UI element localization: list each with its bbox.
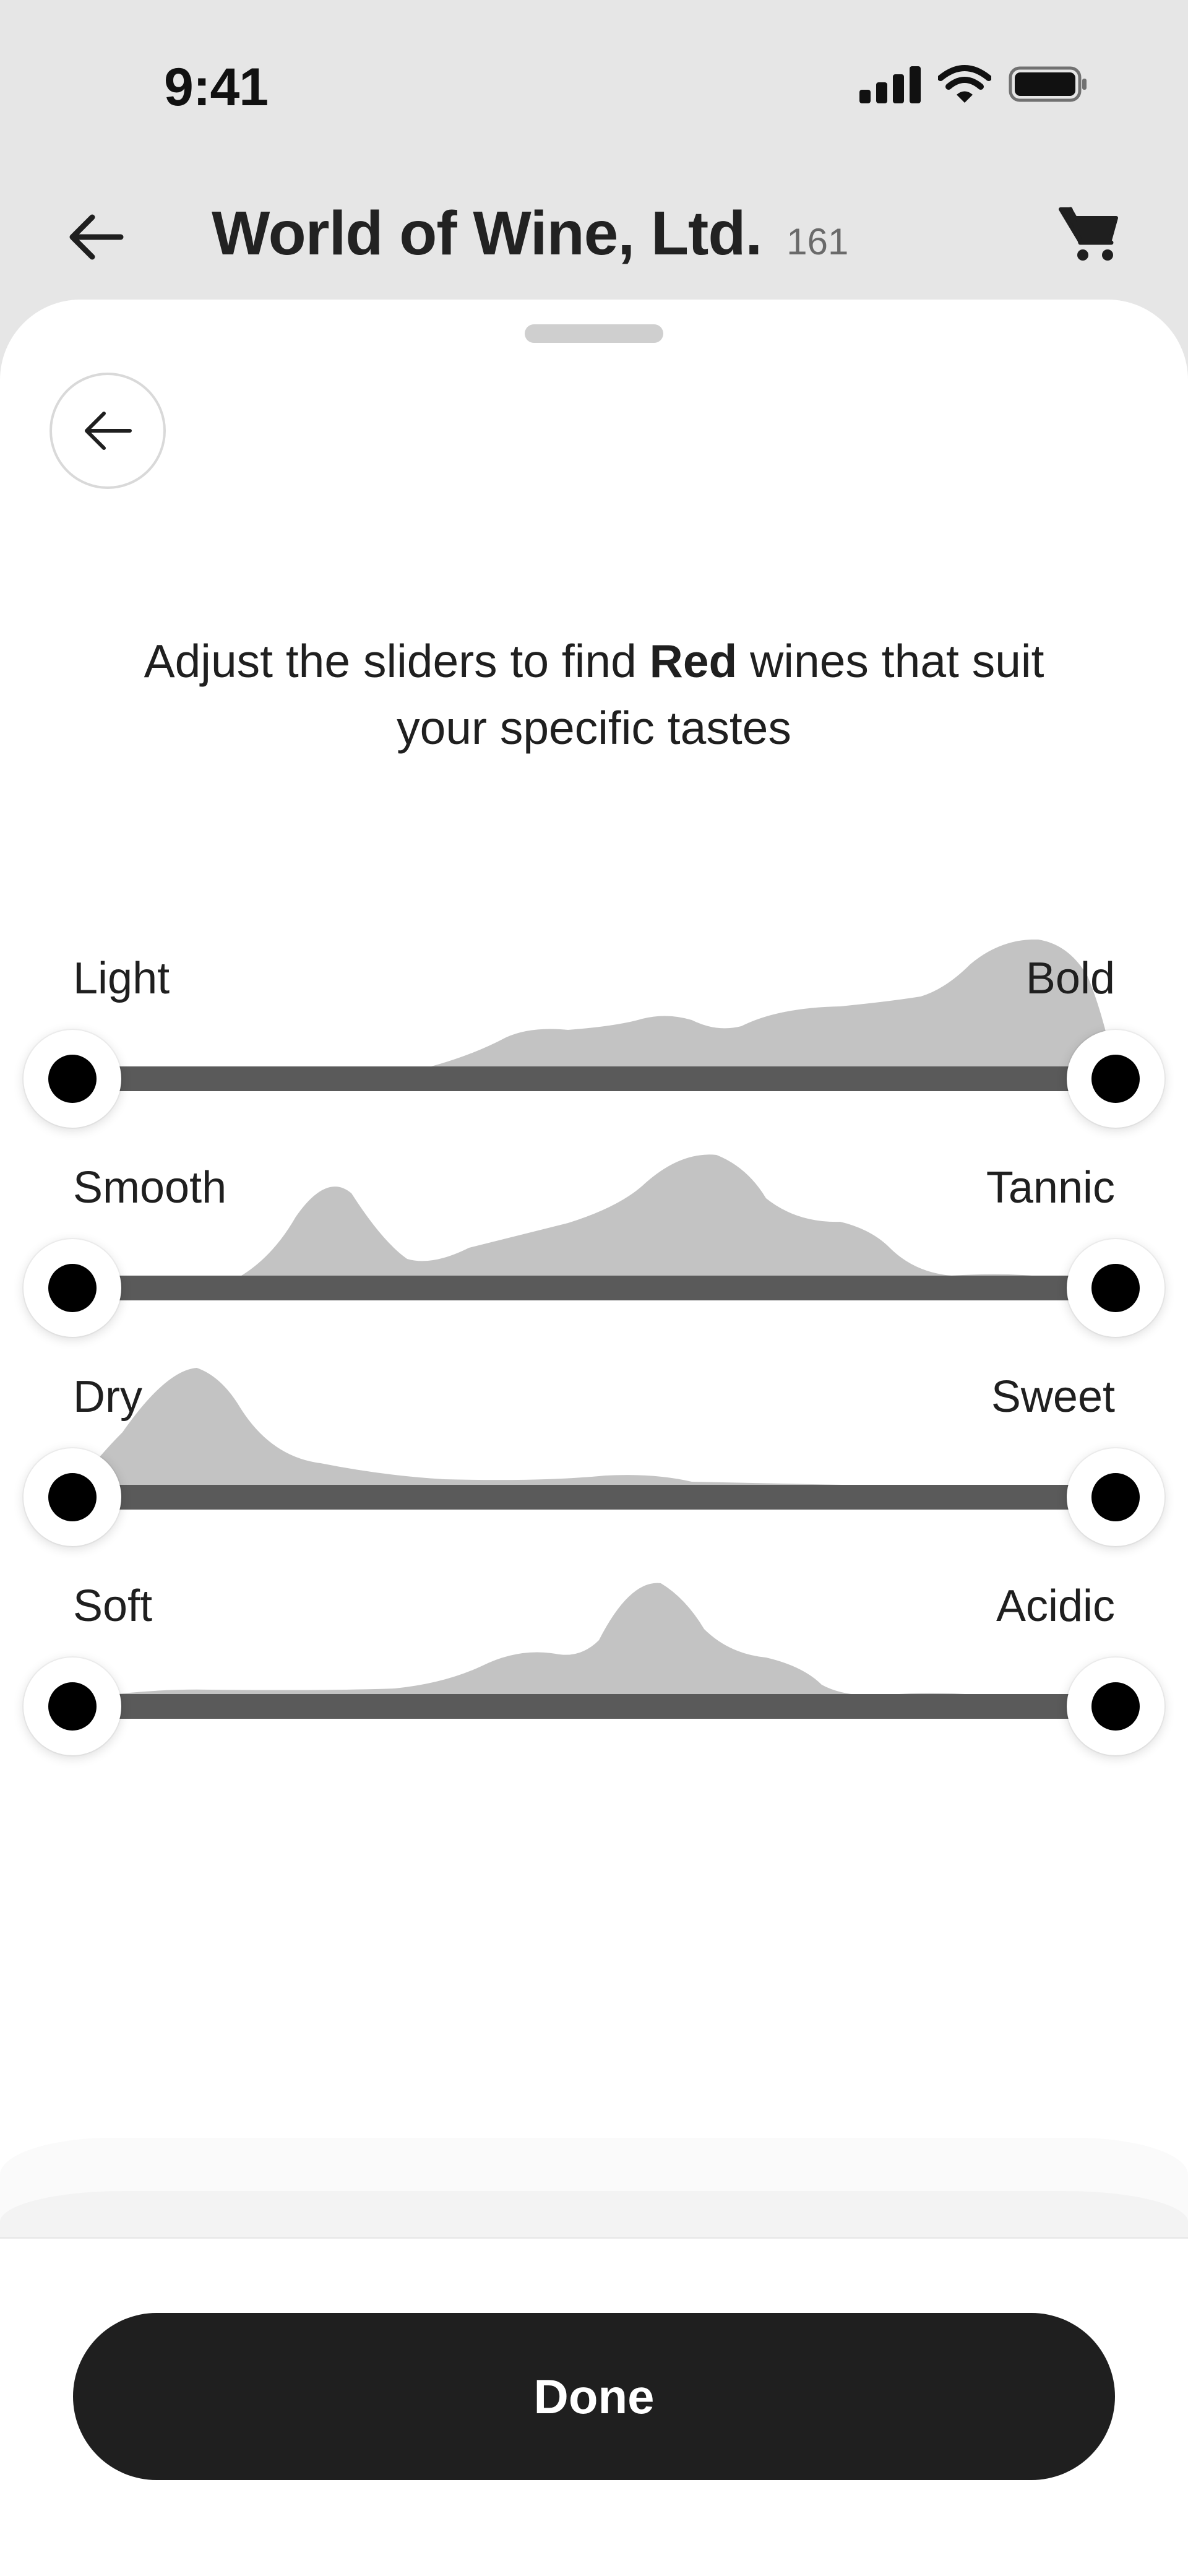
slider-left-label: Smooth (73, 1163, 227, 1212)
slider-light-bold: Light Bold (0, 940, 1188, 1128)
slider-right-label: Tannic (986, 1163, 1115, 1212)
bottom-action-bar: Done (0, 2237, 1188, 2576)
slider-min-handle[interactable] (24, 1448, 121, 1546)
arrow-left-icon (85, 412, 132, 450)
slider-max-handle[interactable] (1067, 1448, 1164, 1546)
slider-track[interactable] (71, 1066, 1117, 1091)
result-count: 161 (786, 221, 849, 262)
done-button[interactable]: Done (73, 2313, 1115, 2480)
handle-dot (1091, 1473, 1140, 1521)
nav-title-group: World of Wine, Ltd. 161 (212, 198, 848, 269)
cart-icon (1059, 207, 1118, 261)
slider-min-handle[interactable] (24, 1239, 121, 1337)
wine-type-highlight: Red (649, 635, 738, 687)
handle-dot (48, 1264, 97, 1312)
distribution-curve (73, 1154, 1115, 1281)
arrow-left-icon (69, 214, 124, 260)
signal-icon (859, 65, 921, 103)
slider-min-handle[interactable] (24, 1030, 121, 1128)
slider-right-label: Bold (1025, 954, 1115, 1003)
slider-soft-acidic: Soft Acidic (0, 1567, 1188, 1755)
handle-dot (1091, 1264, 1140, 1312)
slider-track[interactable] (71, 1694, 1117, 1719)
distribution-curve (73, 940, 1115, 1072)
distribution-curve (73, 1583, 1115, 1700)
slider-smooth-tannic: Smooth Tannic (0, 1149, 1188, 1337)
sheet-back-button[interactable] (50, 373, 166, 489)
slider-min-handle[interactable] (24, 1658, 121, 1755)
wifi-icon (938, 64, 991, 104)
slider-max-handle[interactable] (1067, 1658, 1164, 1755)
instruction-prefix: Adjust the sliders to find (144, 635, 650, 687)
app-screen: 9:41 World of Wine, Ltd. 161 Adjust the … (0, 0, 1188, 2576)
slider-track[interactable] (71, 1485, 1117, 1510)
nav-bar: World of Wine, Ltd. 161 (0, 179, 1188, 285)
handle-dot (48, 1473, 97, 1521)
slider-left-label: Light (73, 954, 170, 1003)
battery-icon (1009, 64, 1089, 104)
slider-max-handle[interactable] (1067, 1030, 1164, 1128)
status-time: 9:41 (164, 58, 269, 117)
status-bar: 9:41 (0, 0, 1188, 155)
handle-dot (48, 1682, 97, 1731)
slider-right-label: Sweet (991, 1372, 1115, 1422)
slider-left-label: Soft (73, 1581, 153, 1631)
back-button[interactable] (62, 203, 130, 271)
distribution-curve (73, 1368, 1115, 1490)
handle-dot (48, 1055, 97, 1103)
cart-button[interactable] (1052, 197, 1126, 271)
sheet-grabber[interactable] (525, 324, 663, 343)
status-icons (859, 64, 1089, 104)
slider-dry-sweet: Dry Sweet (0, 1358, 1188, 1546)
slider-right-label: Acidic (996, 1581, 1115, 1631)
page-title: World of Wine, Ltd. (212, 199, 762, 268)
slider-max-handle[interactable] (1067, 1239, 1164, 1337)
handle-dot (1091, 1682, 1140, 1731)
slider-left-label: Dry (73, 1372, 142, 1422)
handle-dot (1091, 1055, 1140, 1103)
slider-track[interactable] (71, 1276, 1117, 1300)
instruction-text: Adjust the sliders to find Red wines tha… (99, 628, 1089, 761)
bottom-fade (0, 2191, 1188, 2241)
